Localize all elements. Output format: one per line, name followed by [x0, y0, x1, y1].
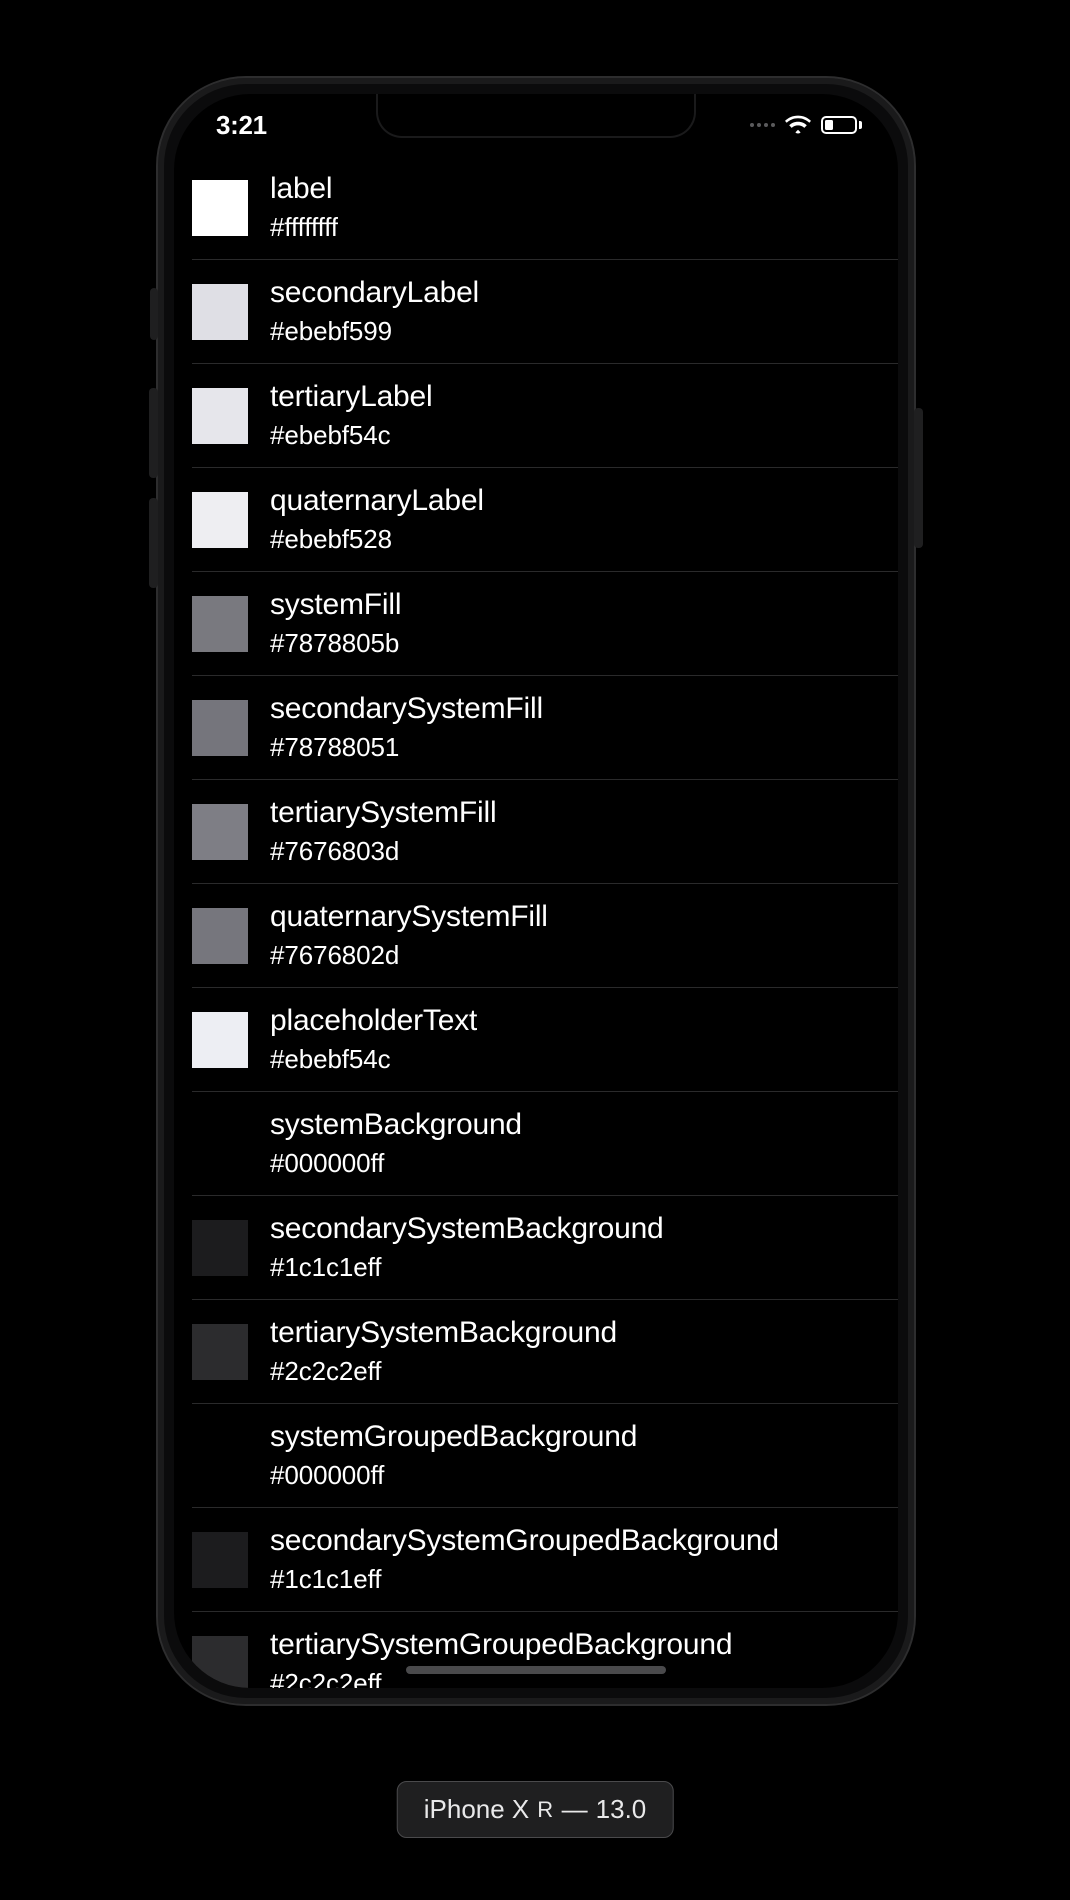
color-name: secondaryLabel — [270, 276, 479, 310]
color-swatch — [192, 908, 248, 964]
color-swatch — [192, 1220, 248, 1276]
wifi-icon — [785, 115, 811, 135]
carrier-dots-icon — [750, 123, 775, 127]
volume-down-button — [149, 498, 158, 588]
color-hex: #2c2c2eff — [270, 1356, 617, 1387]
list-item[interactable]: quaternaryLabel #ebebf528 — [192, 468, 898, 572]
status-time: 3:21 — [216, 110, 267, 141]
power-button — [914, 408, 923, 548]
color-hex: #7676803d — [270, 836, 496, 867]
row-text: placeholderText #ebebf54c — [270, 1004, 477, 1075]
color-swatch — [192, 1428, 248, 1484]
list-item[interactable]: tertiarySystemFill #7676803d — [192, 780, 898, 884]
row-text: label #ffffffff — [270, 172, 338, 243]
color-hex: #ebebf54c — [270, 1044, 477, 1075]
color-hex: #78788051 — [270, 732, 543, 763]
list-item[interactable]: secondarySystemGroupedBackground #1c1c1ef… — [192, 1508, 898, 1612]
color-swatch — [192, 1324, 248, 1380]
color-hex: #7878805b — [270, 628, 401, 659]
color-swatch — [192, 596, 248, 652]
color-swatch — [192, 492, 248, 548]
color-hex: #ebebf54c — [270, 420, 433, 451]
screen-content[interactable]: label #ffffffff secondaryLabel #ebebf599 ter… — [174, 156, 898, 1688]
list-item[interactable]: tertiaryLabel #ebebf54c — [192, 364, 898, 468]
row-text: systemBackground #000000ff — [270, 1108, 522, 1179]
list-item[interactable]: systemFill #7878805b — [192, 572, 898, 676]
color-hex: #000000ff — [270, 1148, 522, 1179]
color-name: secondarySystemGroupedBackground — [270, 1524, 779, 1558]
list-item[interactable]: secondarySystemBackground #1c1c1eff — [192, 1196, 898, 1300]
mute-switch — [150, 288, 158, 340]
device-caption: iPhone X R — 13.0 — [397, 1781, 674, 1838]
list-item[interactable]: secondaryLabel #ebebf599 — [192, 260, 898, 364]
color-hex: #1c1c1eff — [270, 1564, 779, 1595]
list-item[interactable]: tertiarySystemGroupedBackground#2c2c2eff — [192, 1612, 898, 1688]
color-swatch — [192, 1116, 248, 1172]
color-hex: #000000ff — [270, 1460, 637, 1491]
color-name: tertiarySystemFill — [270, 796, 496, 830]
color-hex: #ebebf599 — [270, 316, 479, 347]
row-text: quaternarySystemFill #7676802d — [270, 900, 548, 971]
caption-device-suffix: R — [537, 1797, 553, 1823]
device-screen: 3:21 label#ff — [174, 94, 898, 1688]
color-swatch — [192, 388, 248, 444]
list-item[interactable]: placeholderText #ebebf54c — [192, 988, 898, 1092]
color-name: quaternaryLabel — [270, 484, 484, 518]
color-hex: #7676802d — [270, 940, 548, 971]
row-text: secondarySystemGroupedBackground #1c1c1ef… — [270, 1524, 779, 1595]
list-item[interactable]: tertiarySystemBackground #2c2c2eff — [192, 1300, 898, 1404]
color-name: tertiaryLabel — [270, 380, 433, 414]
color-swatch — [192, 804, 248, 860]
row-text: secondarySystemFill #78788051 — [270, 692, 543, 763]
device-notch — [376, 94, 696, 138]
caption-device-main: iPhone X — [424, 1794, 530, 1825]
list-item[interactable]: systemGroupedBackground #000000ff — [192, 1404, 898, 1508]
color-list[interactable]: label #ffffffff secondaryLabel #ebebf599 ter… — [174, 156, 898, 1688]
row-text: tertiarySystemBackground #2c2c2eff — [270, 1316, 617, 1387]
row-text: systemGroupedBackground #000000ff — [270, 1420, 637, 1491]
status-right — [750, 115, 862, 135]
list-item[interactable]: quaternarySystemFill #7676802d — [192, 884, 898, 988]
color-name: quaternarySystemFill — [270, 900, 548, 934]
device-frame: 3:21 label#ff — [156, 76, 916, 1706]
row-text: tertiaryLabel #ebebf54c — [270, 380, 433, 451]
row-text: quaternaryLabel #ebebf528 — [270, 484, 484, 555]
color-name: tertiarySystemBackground — [270, 1316, 617, 1350]
row-text: secondaryLabel #ebebf599 — [270, 276, 479, 347]
color-name: systemGroupedBackground — [270, 1420, 637, 1454]
color-hex: #ebebf528 — [270, 524, 484, 555]
list-item[interactable]: label #ffffffff — [192, 156, 898, 260]
color-name: label — [270, 172, 338, 206]
row-text: secondarySystemBackground #1c1c1eff — [270, 1212, 664, 1283]
color-swatch — [192, 1532, 248, 1588]
color-swatch — [192, 284, 248, 340]
color-hex: #ffffffff — [270, 212, 338, 243]
list-item[interactable]: secondarySystemFill #78788051 — [192, 676, 898, 780]
color-swatch — [192, 1636, 248, 1689]
list-item[interactable]: systemBackground #000000ff — [192, 1092, 898, 1196]
battery-icon — [821, 116, 862, 134]
row-text: systemFill #7878805b — [270, 588, 401, 659]
color-hex: #1c1c1eff — [270, 1252, 664, 1283]
volume-up-button — [149, 388, 158, 478]
color-name: tertiarySystemGroupedBackground — [270, 1628, 732, 1662]
color-swatch — [192, 700, 248, 756]
color-swatch — [192, 1012, 248, 1068]
color-name: systemFill — [270, 588, 401, 622]
color-swatch — [192, 180, 248, 236]
color-name: placeholderText — [270, 1004, 477, 1038]
color-name: secondarySystemBackground — [270, 1212, 664, 1246]
color-name: systemBackground — [270, 1108, 522, 1142]
row-text: tertiarySystemFill #7676803d — [270, 796, 496, 867]
caption-os: 13.0 — [596, 1794, 647, 1825]
row-text: tertiarySystemGroupedBackground#2c2c2eff — [270, 1628, 732, 1688]
caption-sep: — — [562, 1794, 588, 1825]
color-name: secondarySystemFill — [270, 692, 543, 726]
home-indicator — [406, 1666, 666, 1674]
